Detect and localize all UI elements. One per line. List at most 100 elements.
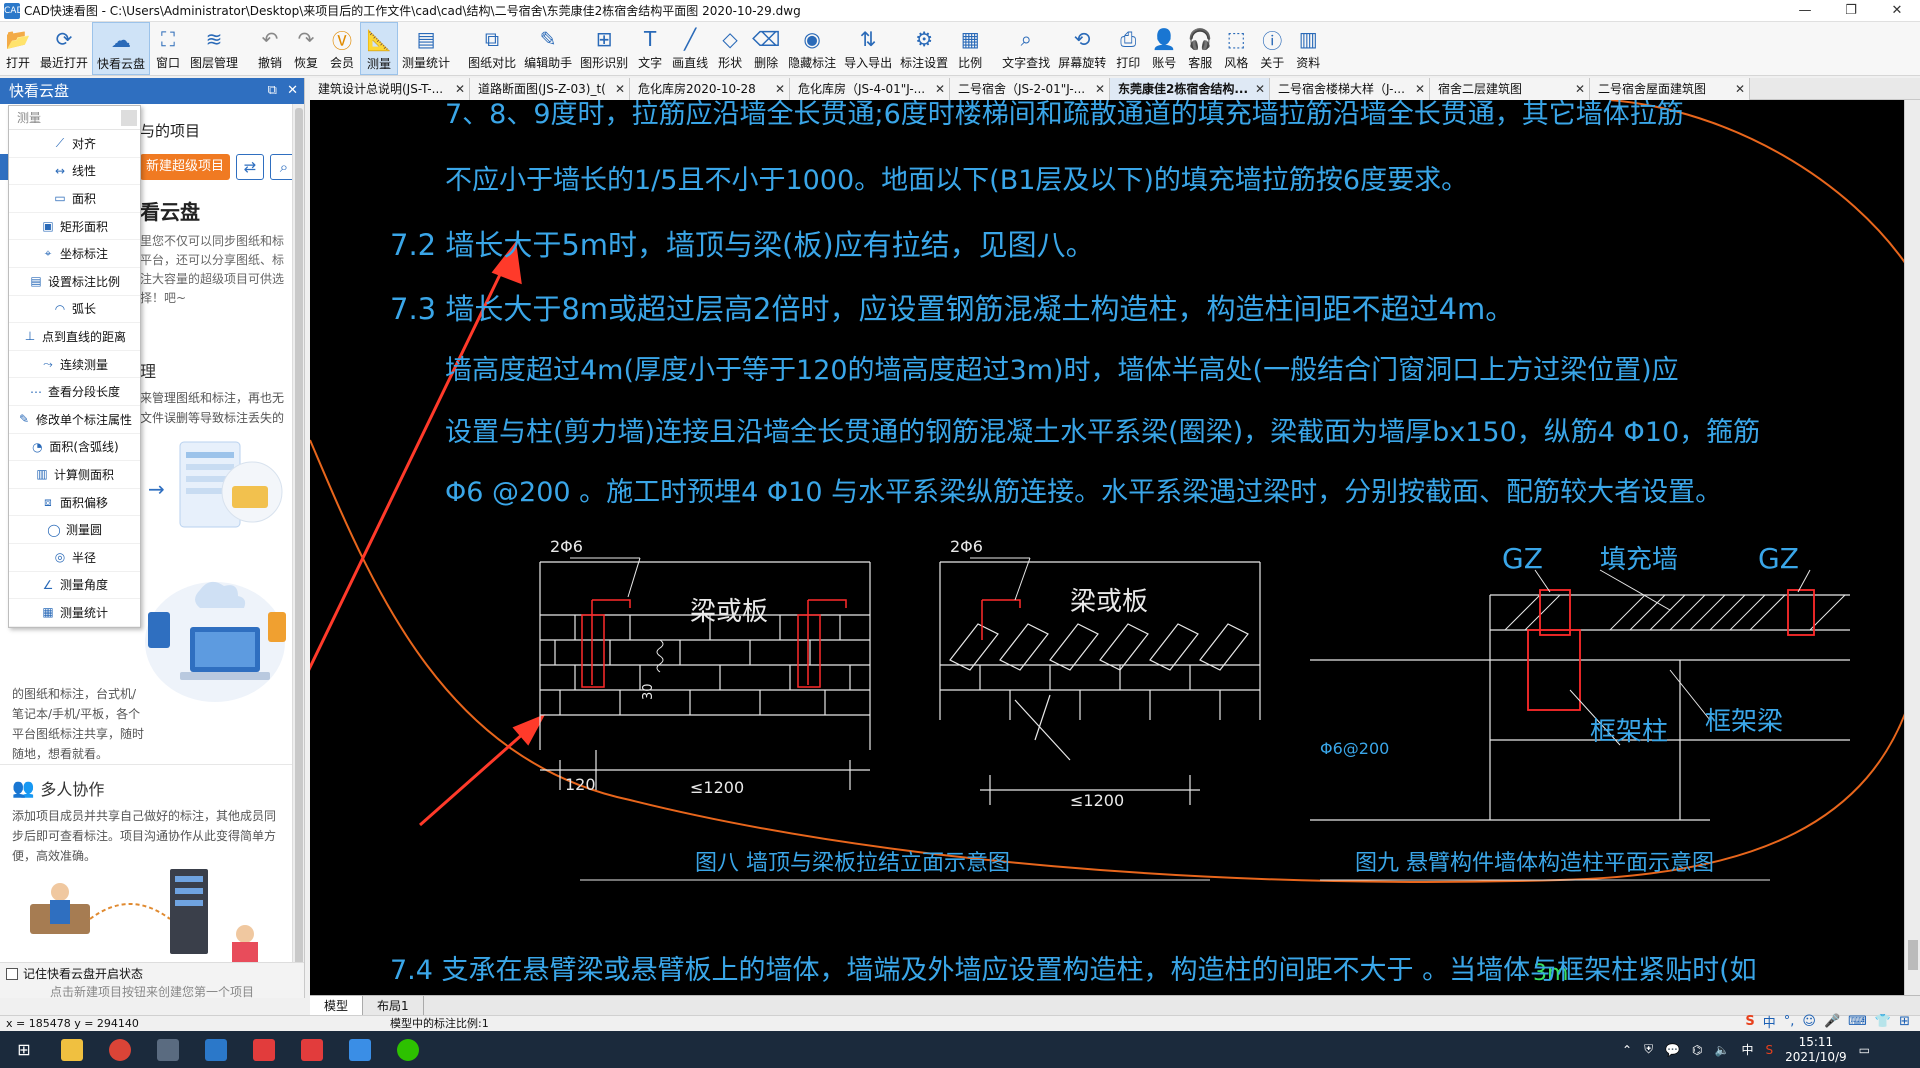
tray-network-icon[interactable]: ⌬ (1692, 1043, 1702, 1057)
tab-close-icon[interactable]: ✕ (1252, 78, 1265, 100)
file-explorer-icon[interactable] (48, 1031, 96, 1068)
measure-menu-item[interactable]: ▭ 面积 (9, 185, 140, 213)
document-tab[interactable]: 道路断面图(JS-Z-03)_t(✕ (470, 78, 630, 100)
measure-menu-item[interactable]: ⧈ 面积偏移 (9, 489, 140, 517)
text-button[interactable]: T 文字 (632, 22, 668, 75)
cad-app-icon[interactable] (192, 1031, 240, 1068)
measure-menu-item[interactable]: ✎ 修改单个标注属性 (9, 406, 140, 434)
drawing-vertical-scrollbar[interactable] (1904, 100, 1920, 995)
ime-lang-label[interactable]: 中 (1763, 1012, 1776, 1031)
remember-cloud-checkbox[interactable]: 记住快看云盘开启状态 (6, 965, 143, 982)
panel-scroll-thumb[interactable] (295, 108, 303, 968)
tray-sogou-icon[interactable]: S (1766, 1043, 1774, 1057)
erase-button[interactable]: ⌫ 删除 (748, 22, 784, 75)
measure-menu-item[interactable]: ⊥ 点到直线的距离 (9, 323, 140, 351)
measure-menu-item[interactable]: ⤳ 连续测量 (9, 351, 140, 379)
shape-button[interactable]: ◇ 形状 (712, 22, 748, 75)
calculator-icon[interactable] (144, 1031, 192, 1068)
service-button[interactable]: 🎧 客服 (1182, 22, 1218, 75)
text-app-icon[interactable] (336, 1031, 384, 1068)
measure-menu-item[interactable]: ◯ 测量圆 (9, 516, 140, 544)
checkbox-box[interactable] (6, 967, 18, 980)
line-button[interactable]: ╱ 画直线 (668, 22, 712, 75)
compare-button[interactable]: ⧉ 图纸对比 (464, 22, 520, 75)
hide-button[interactable]: ◉ 隐藏标注 (784, 22, 840, 75)
app-red-icon[interactable] (240, 1031, 288, 1068)
measure-menu-item[interactable]: ◎ 半径 (9, 544, 140, 572)
measure-menu-item[interactable]: ◠ 弧长 (9, 296, 140, 324)
document-tab[interactable]: 建筑设计总说明(JS-T-... ✕ (310, 78, 470, 100)
redo-button[interactable]: ↷ 恢复 (288, 22, 324, 75)
panel-float-icon[interactable]: ⧉ (268, 83, 277, 98)
ime-skin-icon[interactable]: 👕 (1875, 1014, 1891, 1029)
print-button[interactable]: ⎙ 打印 (1110, 22, 1146, 75)
windows-start-icon[interactable]: ⊞ (0, 1031, 48, 1068)
app-red2-icon[interactable] (288, 1031, 336, 1068)
tab-close-icon[interactable]: ✕ (1572, 78, 1585, 100)
tab-close-icon[interactable]: ✕ (1732, 78, 1745, 100)
sync-icon[interactable]: ⇄ (236, 154, 264, 180)
panel-scrollbar[interactable] (292, 104, 304, 968)
document-tab[interactable]: 宿舍二层建筑图 ✕ (1430, 78, 1590, 100)
ime-mic-icon[interactable]: 🎤 (1824, 1014, 1840, 1029)
ime-keyboard-icon[interactable]: ⌨ (1848, 1014, 1867, 1029)
document-tab[interactable]: 二号宿舍楼梯大样（J-... ✕ (1270, 78, 1430, 100)
sogou-ime-icon[interactable]: S (1745, 1014, 1754, 1029)
recent-button[interactable]: ⟳ 最近打开 (36, 22, 92, 75)
import-export-button[interactable]: ⇅ 导入导出 (840, 22, 896, 75)
tray-shield-icon[interactable]: ⛨ (1644, 1042, 1653, 1057)
document-tab[interactable]: 二号宿舍屋面建筑图 ✕ (1590, 78, 1750, 100)
measure-menu-item[interactable]: ⋯ 查看分段长度 (9, 378, 140, 406)
cad-drawing-canvas[interactable]: 2Φ6 2Φ6 梁或板 梁或板 30 120 ≤1200 ≤1200 GZ GZ… (310, 100, 1920, 995)
measure-stats-button[interactable]: ▤ 测量统计 (398, 22, 454, 75)
undo-button[interactable]: ↶ 撤销 (252, 22, 288, 75)
measure-menu-item[interactable]: ⟋ 对齐 (9, 130, 140, 158)
measure-menu-item[interactable]: ∠ 测量角度 (9, 572, 140, 600)
panel-close-icon[interactable]: ✕ (287, 83, 298, 98)
tab-close-icon[interactable]: ✕ (1092, 78, 1105, 100)
recognize-button[interactable]: ⊞ 图形识别 (576, 22, 632, 75)
measure-menu-item[interactable]: ▦ 测量统计 (9, 599, 140, 627)
ime-emoji-icon[interactable]: ☺ (1802, 1014, 1816, 1029)
vip-button[interactable]: Ⓥ 会员 (324, 22, 360, 75)
scale-button[interactable]: ▦ 比例 (952, 22, 988, 75)
tab-close-icon[interactable]: ✕ (932, 78, 945, 100)
account-button[interactable]: 👤 账号 (1146, 22, 1182, 75)
ime-tools-icon[interactable]: ⊞ (1899, 1014, 1910, 1029)
window-button[interactable]: ⛶ 窗口 (150, 22, 186, 75)
annot-settings-button[interactable]: ⚙ 标注设置 (896, 22, 952, 75)
layout-tab[interactable]: 布局1 (363, 996, 424, 1016)
text-search-button[interactable]: ⌕ 文字查找 (998, 22, 1054, 75)
layers-button[interactable]: ≋ 图层管理 (186, 22, 242, 75)
tray-up-icon[interactable]: ⌃ (1622, 1043, 1632, 1057)
tray-volume-icon[interactable]: 🔈 (1715, 1043, 1730, 1057)
measure-menu-item[interactable]: ▥ 计算侧面积 (9, 461, 140, 489)
measure-menu-item[interactable]: ▤ 设置标注比例 (9, 268, 140, 296)
measure-menu-item[interactable]: ◔ 面积(含弧线) (9, 434, 140, 462)
tray-wechat-icon[interactable]: 💬 (1665, 1043, 1680, 1057)
ime-punct-icon[interactable]: °, (1784, 1014, 1795, 1029)
measure-menu-item[interactable]: ⌖ 坐标标注 (9, 240, 140, 268)
minimize-button[interactable]: — (1782, 0, 1828, 22)
maximize-button[interactable]: ❐ (1828, 0, 1874, 22)
new-super-project-button[interactable]: 新建超级项目 (140, 154, 230, 180)
layout-tab[interactable]: 模型 (310, 996, 364, 1016)
measure-menu-item[interactable]: ▣ 矩形面积 (9, 213, 140, 241)
about-button[interactable]: ⓘ 关于 (1254, 22, 1290, 75)
document-tab[interactable]: 危化库房2020-10-28 ✕ (630, 78, 790, 100)
chrome-icon[interactable] (96, 1031, 144, 1068)
menu-pin-icon[interactable] (121, 110, 137, 126)
open-button[interactable]: 📂 打开 (0, 22, 36, 75)
wechat-icon[interactable] (384, 1031, 432, 1068)
tab-close-icon[interactable]: ✕ (772, 78, 785, 100)
tab-close-icon[interactable]: ✕ (1412, 78, 1425, 100)
drawing-scroll-thumb[interactable] (1908, 940, 1918, 970)
style-button[interactable]: ⬚ 风格 (1218, 22, 1254, 75)
search-icon[interactable]: ⌕ (270, 154, 292, 180)
document-tab[interactable]: 二号宿舍（JS-2-01"J-... ✕ (950, 78, 1110, 100)
document-tab[interactable]: 危化库房（JS-4-01"J-... ✕ (790, 78, 950, 100)
tab-close-icon[interactable]: ✕ (612, 78, 625, 100)
tray-lang-label[interactable]: 中 (1741, 1041, 1753, 1058)
notification-icon[interactable]: ▭ (1859, 1043, 1870, 1057)
resources-button[interactable]: ▥ 资料 (1290, 22, 1326, 75)
